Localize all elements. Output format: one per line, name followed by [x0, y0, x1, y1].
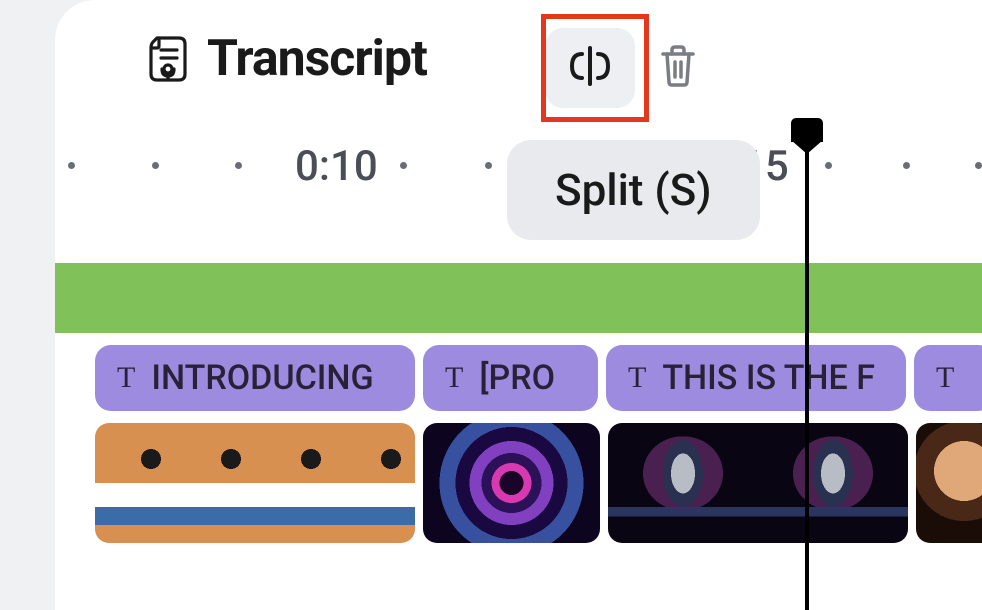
- panel-header: Transcript: [145, 30, 427, 88]
- ruler-tick: [975, 162, 982, 169]
- audio-track[interactable]: [55, 263, 982, 333]
- ruler-tick: [903, 162, 910, 169]
- playhead-handle[interactable]: [791, 118, 823, 142]
- split-button[interactable]: [545, 28, 635, 108]
- ruler-tick: [152, 162, 159, 169]
- video-thumbnail: [95, 423, 175, 543]
- editor-panel: Transcript: [55, 0, 982, 610]
- video-thumbnail: [423, 423, 600, 543]
- transcript-icon: [145, 34, 189, 84]
- video-track[interactable]: [55, 423, 982, 543]
- text-clip[interactable]: T INTRODUCING: [95, 345, 415, 411]
- playhead[interactable]: [805, 118, 809, 610]
- split-icon: [564, 40, 616, 96]
- split-tooltip: Split (S): [507, 140, 760, 240]
- video-thumbnail: [335, 423, 415, 543]
- ruler-label-0: 0:10: [295, 142, 378, 191]
- text-clip[interactable]: T: [914, 345, 982, 411]
- video-thumbnail: [758, 423, 908, 543]
- video-thumbnail: [175, 423, 255, 543]
- text-icon: T: [117, 361, 135, 395]
- text-clip-label: INTRODUCING: [151, 358, 373, 398]
- video-thumbnail: [255, 423, 335, 543]
- text-clip[interactable]: T [PRO: [423, 345, 598, 411]
- video-clip[interactable]: [608, 423, 908, 543]
- video-thumbnail: [916, 423, 982, 543]
- ruler-tick: [825, 162, 832, 169]
- video-clip[interactable]: [423, 423, 600, 543]
- panel-title: Transcript: [207, 30, 427, 88]
- text-icon: T: [936, 361, 954, 395]
- toolbar: [545, 28, 703, 108]
- video-clip[interactable]: [95, 423, 415, 543]
- trash-icon: [658, 44, 698, 92]
- ruler-tick: [485, 162, 492, 169]
- text-icon: T: [628, 361, 646, 395]
- video-thumbnail: [608, 423, 758, 543]
- ruler-tick: [235, 162, 242, 169]
- text-icon: T: [445, 361, 463, 395]
- text-clip-label: [PRO: [479, 358, 555, 398]
- text-track[interactable]: T INTRODUCING T [PRO T THIS IS THE F T: [55, 345, 982, 411]
- delete-button[interactable]: [653, 43, 703, 93]
- video-clip[interactable]: [916, 423, 982, 543]
- text-clip[interactable]: T THIS IS THE F: [606, 345, 906, 411]
- text-clip-label: THIS IS THE F: [662, 358, 875, 398]
- ruler-tick: [400, 162, 407, 169]
- ruler-tick: [68, 162, 75, 169]
